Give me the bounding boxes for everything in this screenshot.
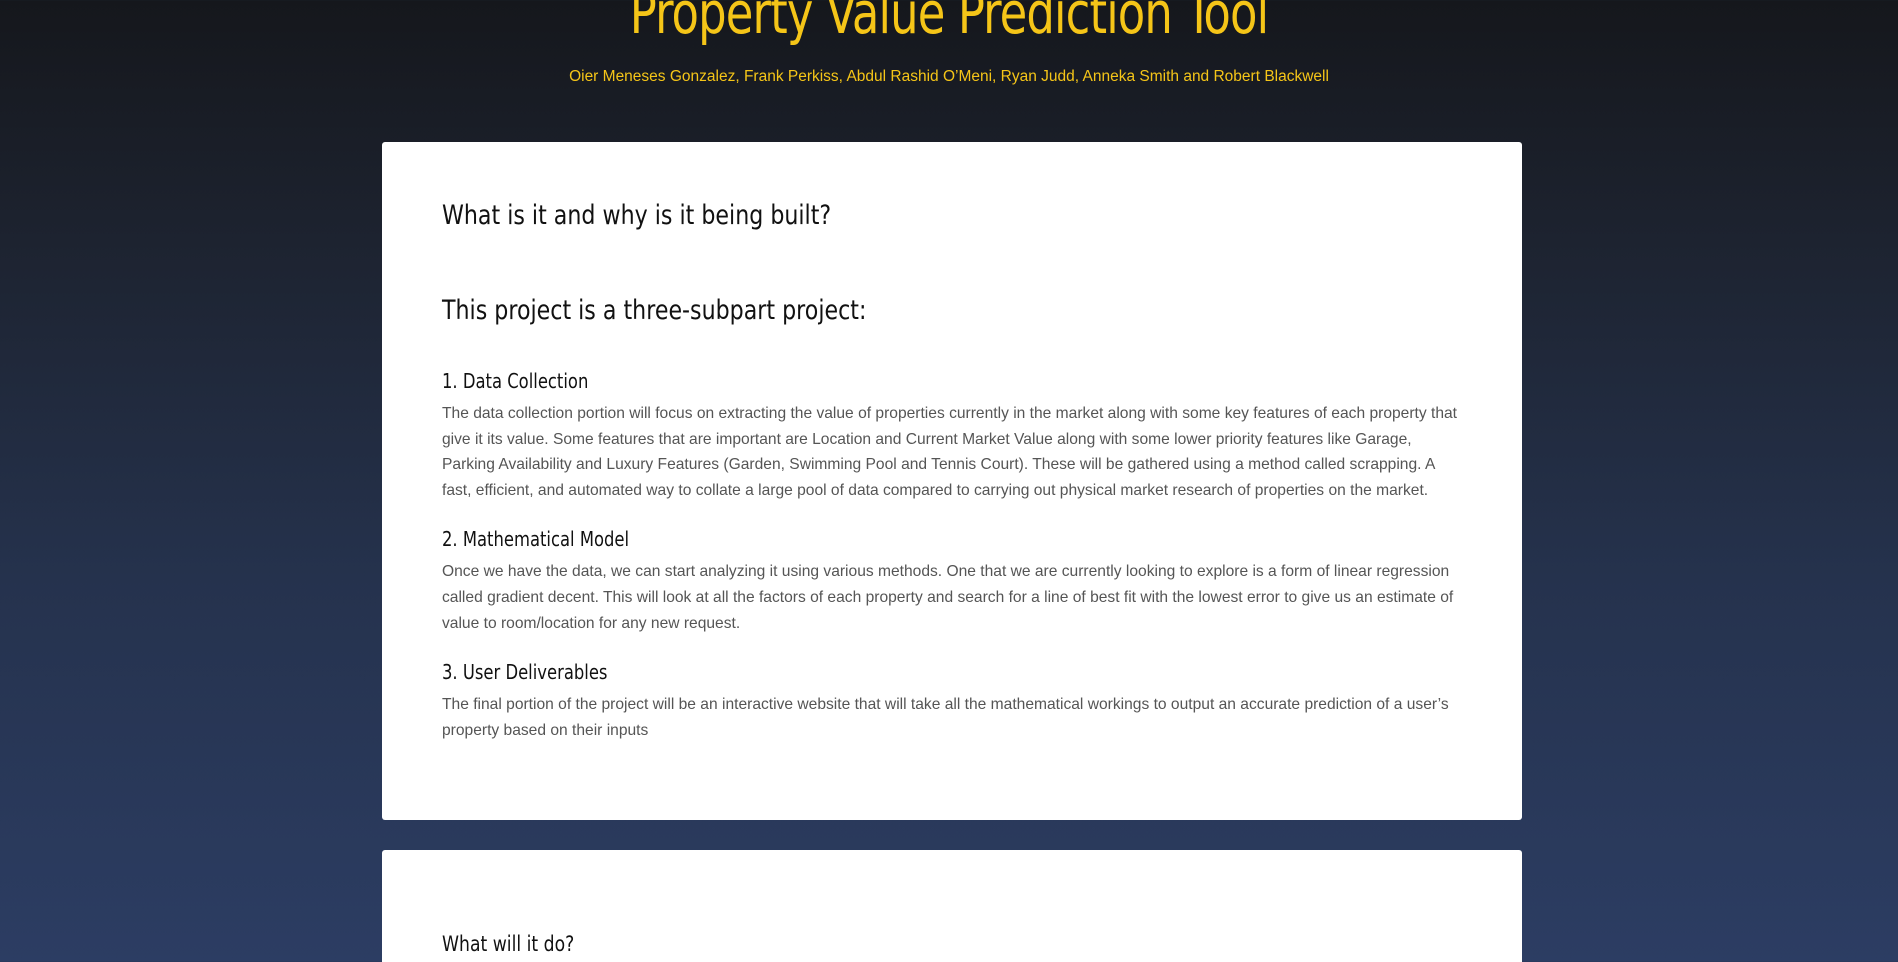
section-body-user-deliverables: The final portion of the project will be… (442, 696, 1449, 739)
about-heading: What is it and why is it being built? (442, 200, 832, 231)
section-body-mathematical-model: Once we have the data, we can start anal… (442, 563, 1454, 632)
about-subheading: This project is a three-subpart project: (442, 295, 867, 326)
author-list: Oier Meneses Gonzalez, Frank Perkiss, Ab… (569, 68, 1329, 85)
features-heading: What will it do? (442, 932, 575, 956)
section-body-data-collection: The data collection portion will focus o… (442, 405, 1457, 499)
features-card: What will it do? (382, 850, 1522, 962)
section-title-mathematical-model: 2. Mathematical Model (442, 527, 630, 552)
section-title-data-collection: 1. Data Collection (442, 369, 589, 393)
page-title: Property Value Prediction Tool (629, 0, 1269, 47)
about-card: What is it and why is it being built? Th… (382, 142, 1522, 820)
section-title-user-deliverables: 3. User Deliverables (442, 660, 608, 685)
